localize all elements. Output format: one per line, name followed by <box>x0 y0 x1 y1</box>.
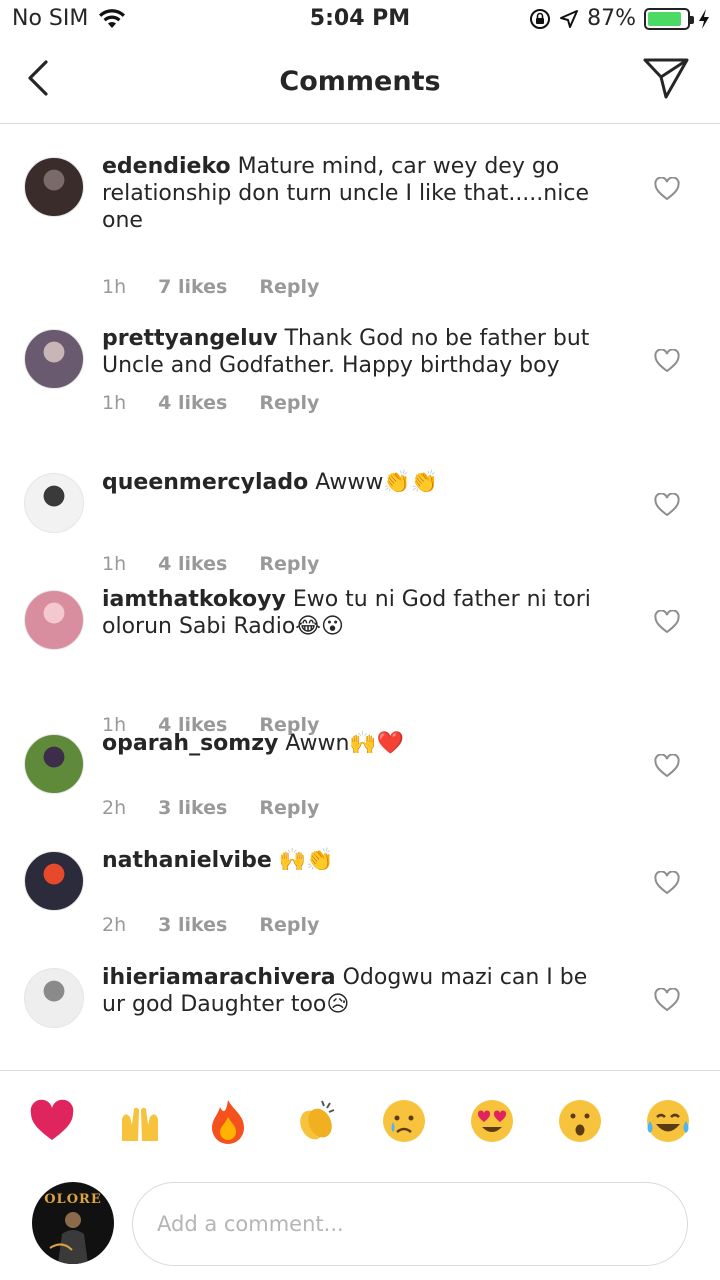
reply-button[interactable]: Reply <box>259 797 319 819</box>
comment-body: nathanielvibe 🙌👏 <box>102 847 602 874</box>
status-right: 87% <box>529 6 710 31</box>
comment-time: 1h <box>102 392 127 414</box>
tears-of-joy-emoji-button[interactable] <box>644 1097 692 1145</box>
battery-percent: 87% <box>587 6 636 31</box>
comment-body: queenmercylado Awww👏👏 <box>102 469 602 496</box>
reply-button[interactable]: Reply <box>259 553 319 575</box>
comment-username[interactable]: prettyangeluv <box>102 326 278 351</box>
heart-eyes-emoji-button[interactable] <box>468 1097 516 1145</box>
comment-body: prettyangeluv Thank God no be father but… <box>102 325 602 379</box>
comment-item: prettyangeluv Thank God no be father but… <box>0 325 720 465</box>
comment-username[interactable]: oparah_somzy <box>102 731 278 756</box>
comment-body: oparah_somzy Awwn🙌❤️ <box>102 730 602 757</box>
comment-time: 1h <box>102 553 127 575</box>
comment-input[interactable] <box>132 1182 688 1266</box>
orientation-lock-icon <box>530 8 551 29</box>
comment-time: 2h <box>102 797 127 819</box>
status-bar: No SIM 5:04 PM 87% <box>0 0 720 40</box>
crying-face-emoji-button[interactable] <box>380 1097 428 1145</box>
commenter-avatar[interactable] <box>24 473 84 533</box>
like-heart-icon[interactable] <box>654 754 680 778</box>
comment-body: ihieriamarachivera Odogwu mazi can I be … <box>102 964 602 1018</box>
comment-item: edendieko Mature mind, car wey dey go re… <box>0 153 720 298</box>
reply-button[interactable]: Reply <box>259 276 319 298</box>
comment-list: edendieko Mature mind, car wey dey go re… <box>0 125 720 1070</box>
commenter-avatar[interactable] <box>24 851 84 911</box>
like-heart-icon[interactable] <box>654 610 680 634</box>
astonished-face-emoji-button[interactable] <box>556 1097 604 1145</box>
charging-bolt-icon <box>699 8 709 29</box>
comment-username[interactable]: iamthatkokoyy <box>102 587 286 612</box>
battery-cap <box>690 15 694 24</box>
comment-likes[interactable]: 4 likes <box>158 553 227 575</box>
comment-time: 2h <box>102 914 127 936</box>
comment-text: Awww👏👏 <box>308 470 439 495</box>
my-avatar: OLORE <box>32 1182 114 1264</box>
commenter-avatar[interactable] <box>24 157 84 217</box>
location-arrow-icon <box>560 9 579 28</box>
comment-body: edendieko Mature mind, car wey dey go re… <box>102 153 602 234</box>
comment-likes[interactable]: 4 likes <box>158 392 227 414</box>
like-heart-icon[interactable] <box>654 349 680 373</box>
commenter-avatar[interactable] <box>24 590 84 650</box>
comment-item: ihieriamarachivera Odogwu mazi can I be … <box>0 964 720 1070</box>
comment-meta: 1h 7 likes Reply <box>102 276 319 298</box>
comment-item: iamthatkokoyy Ewo tu ni God father ni to… <box>0 586 720 736</box>
raising-hands-emoji-button[interactable] <box>116 1097 164 1145</box>
comment-username[interactable]: nathanielvibe <box>102 848 272 873</box>
like-heart-icon[interactable] <box>654 988 680 1012</box>
comment-likes[interactable]: 7 likes <box>158 276 227 298</box>
like-heart-icon[interactable] <box>654 177 680 201</box>
fire-emoji-button[interactable] <box>204 1097 252 1145</box>
comment-body: iamthatkokoyy Ewo tu ni God father ni to… <box>102 586 602 640</box>
commenter-avatar[interactable] <box>24 734 84 794</box>
reply-button[interactable]: Reply <box>259 392 319 414</box>
comment-username[interactable]: queenmercylado <box>102 470 308 495</box>
comment-likes[interactable]: 3 likes <box>158 797 227 819</box>
comment-input-row: OLORE <box>0 1174 720 1280</box>
direct-send-button[interactable] <box>642 56 690 100</box>
comment-text: Awwn🙌❤️ <box>278 731 405 756</box>
clapping-hands-emoji-button[interactable] <box>292 1097 340 1145</box>
comment-username[interactable]: ihieriamarachivera <box>102 965 336 990</box>
red-heart-emoji-button[interactable] <box>28 1097 76 1145</box>
reply-button[interactable]: Reply <box>259 914 319 936</box>
comment-text: 🙌👏 <box>271 848 334 873</box>
comment-time: 1h <box>102 276 127 298</box>
like-heart-icon[interactable] <box>654 871 680 895</box>
commenter-avatar[interactable] <box>24 329 84 389</box>
comment-meta: 1h 4 likes Reply <box>102 553 319 575</box>
nav-bar: Comments <box>0 40 720 124</box>
avatar-figure-icon <box>49 1212 88 1264</box>
battery-icon <box>644 7 694 30</box>
comment-meta: 2h 3 likes Reply <box>102 914 319 936</box>
comment-meta: 2h 3 likes Reply <box>102 797 319 819</box>
page-title: Comments <box>279 66 441 97</box>
commenter-avatar[interactable] <box>24 968 84 1028</box>
comment-likes[interactable]: 3 likes <box>158 914 227 936</box>
like-heart-icon[interactable] <box>654 493 680 517</box>
comment-username[interactable]: edendieko <box>102 154 231 179</box>
battery-level <box>648 11 682 26</box>
comment-meta: 1h 4 likes Reply <box>102 392 319 414</box>
emoji-quick-bar <box>0 1070 720 1174</box>
